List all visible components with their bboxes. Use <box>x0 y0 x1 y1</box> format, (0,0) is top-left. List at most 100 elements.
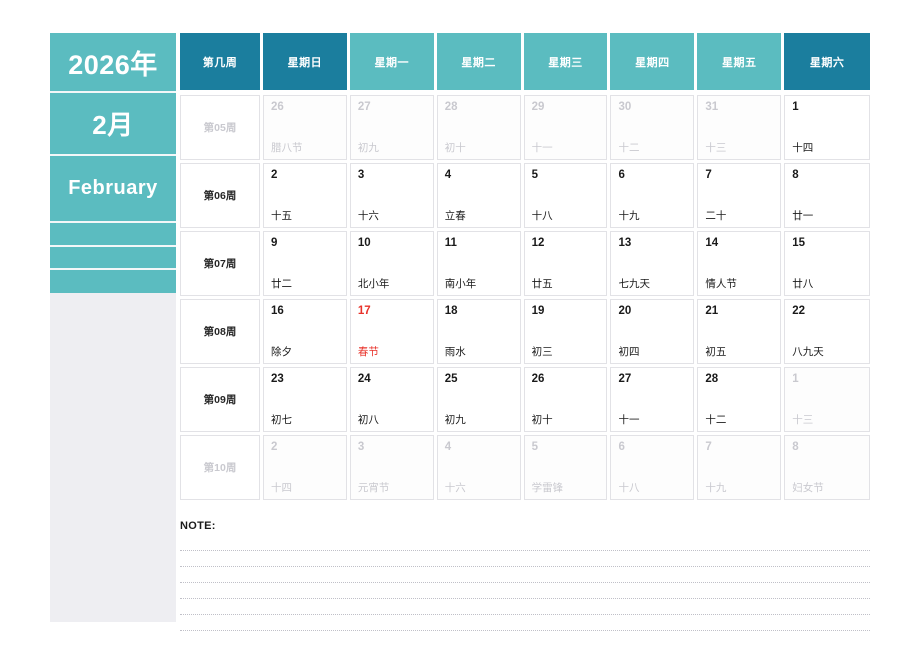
month-english-label: February <box>50 156 176 223</box>
day-number: 9 <box>270 237 278 249</box>
day-cell[interactable]: 26 腊八节 <box>262 95 347 160</box>
lunar-label: 初七 <box>270 414 292 426</box>
day-cell[interactable]: 25 初九 <box>436 367 521 432</box>
day-cell[interactable]: 6 十八 <box>610 435 695 500</box>
day-number: 17 <box>357 305 371 317</box>
calendar-header-row: 第几周 星期日 星期一 星期二 星期三 星期四 星期五 星期六 <box>180 33 871 90</box>
header-day-thursday: 星期四 <box>610 33 695 90</box>
day-cell[interactable]: 8 廿一 <box>784 163 871 228</box>
day-number: 18 <box>444 305 458 317</box>
day-cell[interactable]: 20 初四 <box>610 299 695 364</box>
lunar-label: 元宵节 <box>357 482 390 494</box>
day-cell[interactable]: 3 元宵节 <box>349 435 434 500</box>
day-number: 25 <box>444 373 458 385</box>
sidebar-spacer-2 <box>50 247 176 270</box>
day-cell[interactable]: 10 北小年 <box>349 231 434 296</box>
day-number: 14 <box>705 237 719 249</box>
lunar-label: 腊八节 <box>270 142 303 154</box>
header-day-friday: 星期五 <box>697 33 782 90</box>
day-cell[interactable]: 21 初五 <box>697 299 782 364</box>
lunar-label: 十九 <box>618 210 640 222</box>
note-line[interactable] <box>180 567 870 583</box>
day-number: 2 <box>270 169 278 181</box>
day-cell[interactable]: 13 七九天 <box>610 231 695 296</box>
day-cell[interactable]: 9 廿二 <box>262 231 347 296</box>
day-number: 4 <box>444 169 452 181</box>
day-number: 21 <box>705 305 719 317</box>
note-line[interactable] <box>180 599 870 615</box>
day-cell[interactable]: 28 十二 <box>697 367 782 432</box>
lunar-label: 十三 <box>792 414 814 426</box>
day-cell[interactable]: 1 十四 <box>784 95 871 160</box>
day-cell[interactable]: 14 情人节 <box>697 231 782 296</box>
note-line[interactable] <box>180 551 870 567</box>
calendar-week-row: 第07周 9 廿二 10 北小年 11 南小年 12 廿五 13 七九天 14 情人节 15 廿八 <box>180 231 871 296</box>
calendar-week-row: 第05周 26 腊八节 27 初九 28 初十 29 十一 30 十二 31 十三 1 十四 <box>180 95 871 160</box>
day-cell[interactable]: 12 廿五 <box>523 231 608 296</box>
month-label: 2月 <box>50 93 176 156</box>
day-number: 22 <box>792 305 806 317</box>
lunar-label: 廿五 <box>531 278 553 290</box>
note-line[interactable] <box>180 583 870 599</box>
lunar-label: 十二 <box>705 414 727 426</box>
day-cell[interactable]: 29 十一 <box>523 95 608 160</box>
day-cell[interactable]: 2 十四 <box>262 435 347 500</box>
day-cell[interactable]: 26 初十 <box>523 367 608 432</box>
note-line[interactable] <box>180 535 870 551</box>
day-number: 7 <box>705 441 712 453</box>
week-number-cell: 第10周 <box>180 435 260 500</box>
week-number-cell: 第09周 <box>180 367 260 432</box>
day-cell[interactable]: 4 十六 <box>436 435 521 500</box>
day-cell[interactable]: 7 二十 <box>697 163 782 228</box>
day-cell[interactable]: 5 十八 <box>523 163 608 228</box>
lunar-label: 南小年 <box>444 278 477 290</box>
lunar-label: 初九 <box>444 414 466 426</box>
day-cell[interactable]: 11 南小年 <box>436 231 521 296</box>
lunar-label: 十九 <box>705 482 727 494</box>
day-cell[interactable]: 16 除夕 <box>262 299 347 364</box>
week-number-cell: 第06周 <box>180 163 260 228</box>
day-cell[interactable]: 23 初七 <box>262 367 347 432</box>
day-number: 31 <box>705 101 719 113</box>
day-cell[interactable]: 27 初九 <box>349 95 434 160</box>
day-number: 4 <box>444 441 452 453</box>
lunar-label: 学雷锋 <box>531 482 564 494</box>
lunar-label: 八九天 <box>792 346 824 358</box>
day-cell[interactable]: 18 雨水 <box>436 299 521 364</box>
day-number: 13 <box>618 237 632 249</box>
day-cell[interactable]: 27 十一 <box>610 367 695 432</box>
day-cell[interactable]: 31 十三 <box>697 95 782 160</box>
day-cell[interactable]: 5 学雷锋 <box>523 435 608 500</box>
day-number: 1 <box>792 373 799 385</box>
day-cell[interactable]: 6 十九 <box>610 163 695 228</box>
day-cell[interactable]: 3 十六 <box>349 163 434 228</box>
day-cell[interactable]: 17 春节 <box>349 299 434 364</box>
day-cell[interactable]: 22 八九天 <box>784 299 871 364</box>
note-line[interactable] <box>180 615 870 631</box>
day-number: 29 <box>531 101 545 113</box>
day-cell[interactable]: 24 初八 <box>349 367 434 432</box>
day-cell[interactable]: 8 妇女节 <box>784 435 871 500</box>
lunar-label: 初四 <box>618 346 640 358</box>
day-cell[interactable]: 15 廿八 <box>784 231 871 296</box>
day-cell[interactable]: 1 十三 <box>784 367 871 432</box>
header-day-sunday: 星期日 <box>262 33 347 90</box>
day-cell[interactable]: 28 初十 <box>436 95 521 160</box>
header-day-wednesday: 星期三 <box>523 33 608 90</box>
day-cell[interactable]: 30 十二 <box>610 95 695 160</box>
day-cell[interactable]: 4 立春 <box>436 163 521 228</box>
lunar-label: 初三 <box>531 346 553 358</box>
day-number: 10 <box>357 237 371 249</box>
day-number: 3 <box>357 169 365 181</box>
lunar-label: 二十 <box>705 210 727 222</box>
day-cell[interactable]: 2 十五 <box>262 163 347 228</box>
day-cell[interactable]: 7 十九 <box>697 435 782 500</box>
day-number: 28 <box>705 373 719 385</box>
day-number: 5 <box>531 169 538 181</box>
calendar-week-row: 第09周 23 初七 24 初八 25 初九 26 初十 27 十一 28 十二 1 十三 <box>180 367 871 432</box>
note-lines[interactable] <box>180 535 870 631</box>
day-cell[interactable]: 19 初三 <box>523 299 608 364</box>
day-number: 23 <box>270 373 284 385</box>
lunar-label: 初五 <box>705 346 727 358</box>
